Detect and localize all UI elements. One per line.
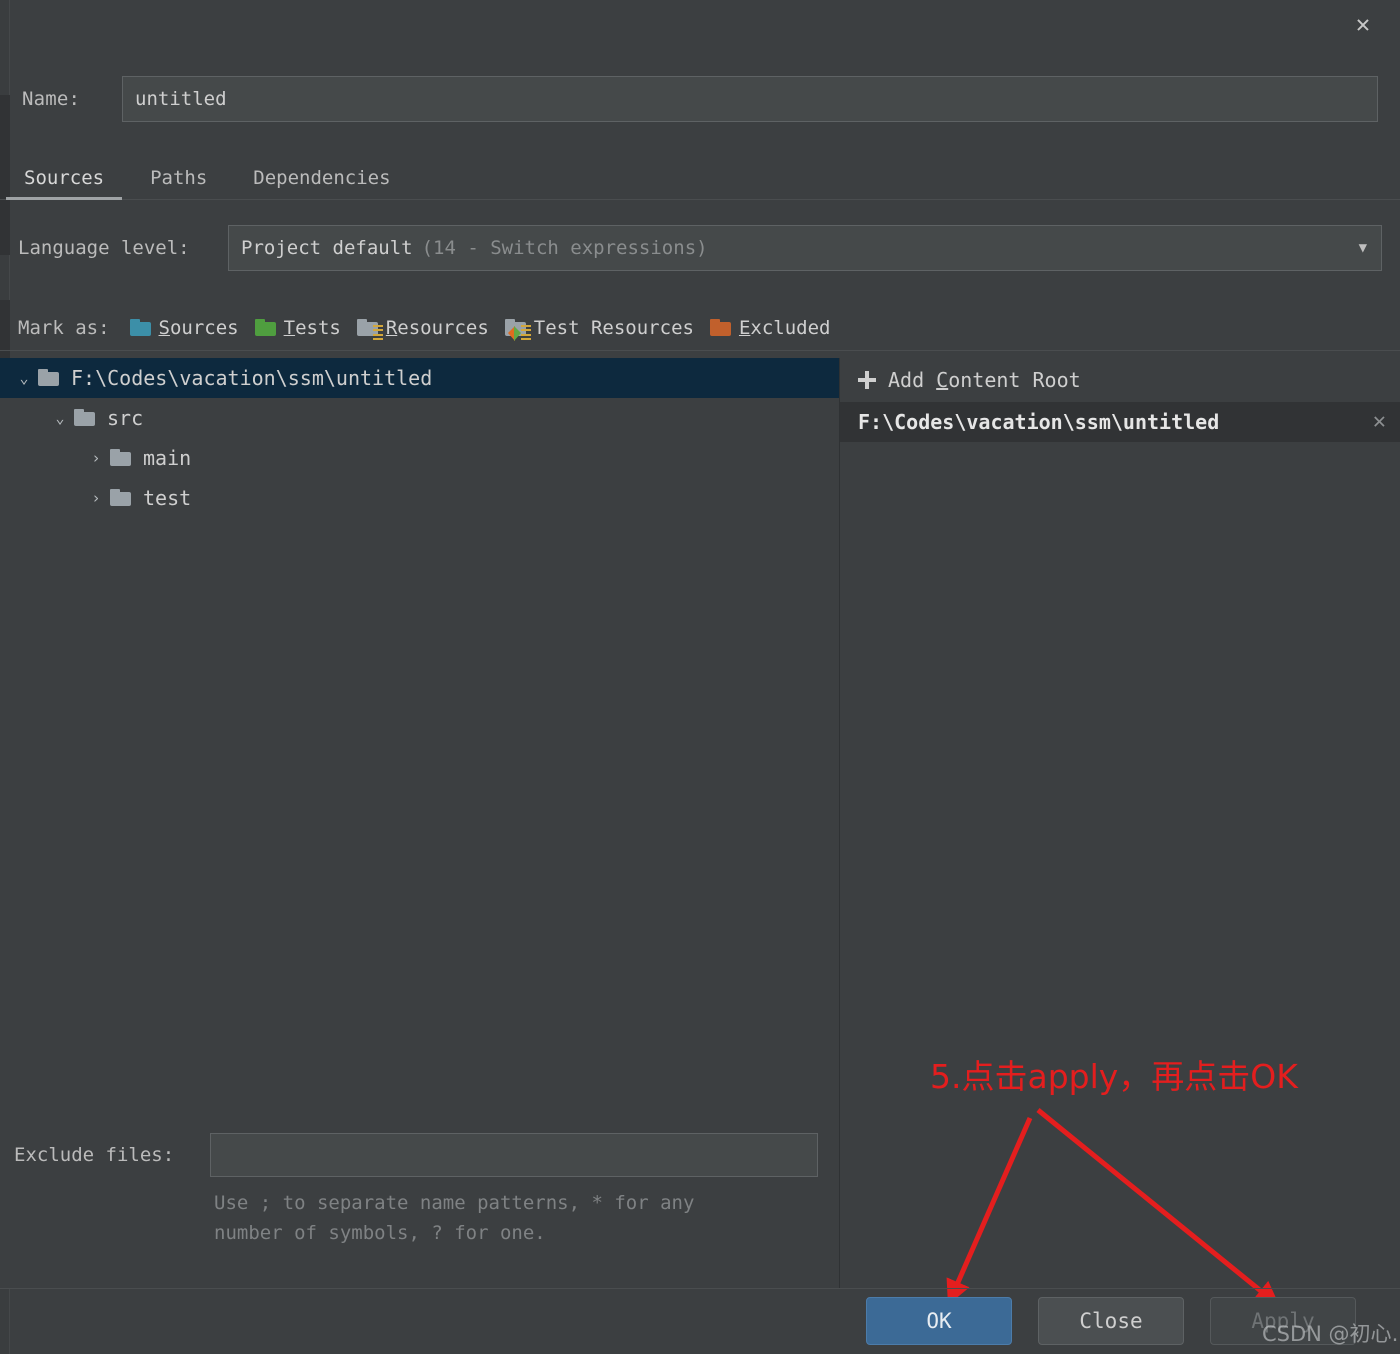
plus-icon (858, 371, 876, 389)
tree-row-label: src (107, 406, 144, 430)
module-name-input[interactable] (122, 76, 1378, 122)
folder-excluded-icon (709, 318, 734, 337)
tree-row[interactable]: › main (0, 438, 839, 478)
chevron-down-icon[interactable]: ⌄ (10, 369, 38, 387)
exclude-hint-line1: Use ; to separate name patterns, * for a… (214, 1192, 695, 1215)
language-level-label: Language level: (18, 237, 190, 259)
content-tree-panel: ⌄ F:\Codes\vacation\ssm\untitled ⌄ src ›… (0, 358, 840, 1288)
module-name-row: Name: (0, 74, 1400, 124)
mark-as-sources-button[interactable]: Sources (129, 316, 239, 339)
mark-as-excluded-label: Excluded (738, 316, 831, 339)
mark-as-label: Mark as: (18, 316, 110, 339)
chevron-right-icon[interactable]: › (82, 489, 110, 507)
add-content-root-button[interactable]: Add Content Root (840, 358, 1400, 402)
folder-icon (110, 489, 134, 507)
module-name-label: Name: (22, 88, 81, 110)
content-roots-panel: Add Content Root F:\Codes\vacation\ssm\u… (840, 358, 1400, 1288)
close-icon[interactable]: ✕ (1348, 9, 1378, 39)
folder-icon (38, 369, 62, 387)
tree-row[interactable]: › test (0, 478, 839, 518)
tab-paths[interactable]: Paths (128, 167, 229, 199)
dialog-titlebar: ✕ (0, 0, 1400, 46)
folder-icon (110, 449, 134, 467)
mark-as-row: Mark as: Sources Tests Resources Test Re… (0, 305, 1400, 351)
tab-dependencies[interactable]: Dependencies (231, 167, 412, 199)
mark-as-test-resources-label: Test Resources (533, 316, 694, 339)
apply-button[interactable]: Apply (1210, 1297, 1356, 1345)
mark-as-test-resources-button[interactable]: Test Resources (504, 316, 694, 341)
language-level-value: Project default (241, 237, 413, 259)
add-content-root-label: Add Content Root (888, 368, 1081, 392)
folder-resources-icon (356, 318, 383, 341)
language-level-hint: (14 - Switch expressions) (421, 237, 708, 259)
exclude-files-row: Exclude files: (0, 1130, 840, 1180)
sources-panels: ⌄ F:\Codes\vacation\ssm\untitled ⌄ src ›… (0, 358, 1400, 1288)
folder-icon (74, 409, 98, 427)
folder-test-resources-icon (504, 318, 531, 341)
close-button[interactable]: Close (1038, 1297, 1184, 1345)
exclude-files-hint: Use ; to separate name patterns, * for a… (214, 1189, 814, 1248)
mark-as-tests-button[interactable]: Tests (254, 316, 341, 339)
mark-as-sources-label: Sources (158, 316, 239, 339)
content-root-item[interactable]: F:\Codes\vacation\ssm\untitled ✕ (840, 402, 1400, 442)
tree-row-label: F:\Codes\vacation\ssm\untitled (71, 366, 433, 390)
tree-row[interactable]: ⌄ src (0, 398, 839, 438)
content-root-path: F:\Codes\vacation\ssm\untitled (858, 410, 1220, 434)
annotation-text: 5.点击apply，再点击OK (930, 1057, 1298, 1096)
tree-row[interactable]: ⌄ F:\Codes\vacation\ssm\untitled (0, 358, 839, 398)
tree-row-label: test (143, 486, 192, 510)
exclude-hint-line2: number of symbols, ? for one. (214, 1221, 546, 1244)
chevron-right-icon[interactable]: › (82, 449, 110, 467)
project-structure-dialog: ✕ Name: Sources Paths Dependencies Langu… (0, 0, 1400, 1354)
language-level-select[interactable]: Project default (14 - Switch expressions… (228, 225, 1382, 271)
mark-as-excluded-button[interactable]: Excluded (709, 316, 831, 339)
tree-row-label: main (143, 446, 192, 470)
content-tree: ⌄ F:\Codes\vacation\ssm\untitled ⌄ src ›… (0, 358, 839, 518)
chevron-down-icon[interactable]: ▼ (1359, 240, 1367, 256)
ok-button[interactable]: OK (866, 1297, 1012, 1345)
dialog-button-bar: OK Close Apply (0, 1288, 1400, 1354)
exclude-files-label: Exclude files: (14, 1144, 175, 1166)
exclude-files-input[interactable] (210, 1133, 818, 1177)
chevron-down-icon[interactable]: ⌄ (46, 409, 74, 427)
module-tabs: Sources Paths Dependencies (0, 152, 1400, 200)
remove-content-root-icon[interactable]: ✕ (1373, 411, 1386, 433)
folder-tests-icon (254, 318, 279, 337)
tab-sources[interactable]: Sources (2, 167, 126, 200)
mark-as-tests-label: Tests (283, 316, 341, 339)
folder-sources-icon (129, 318, 154, 337)
language-level-row: Language level: Project default (14 - Sw… (0, 222, 1400, 274)
mark-as-resources-label: Resources (385, 316, 489, 339)
mark-as-resources-button[interactable]: Resources (356, 316, 489, 341)
